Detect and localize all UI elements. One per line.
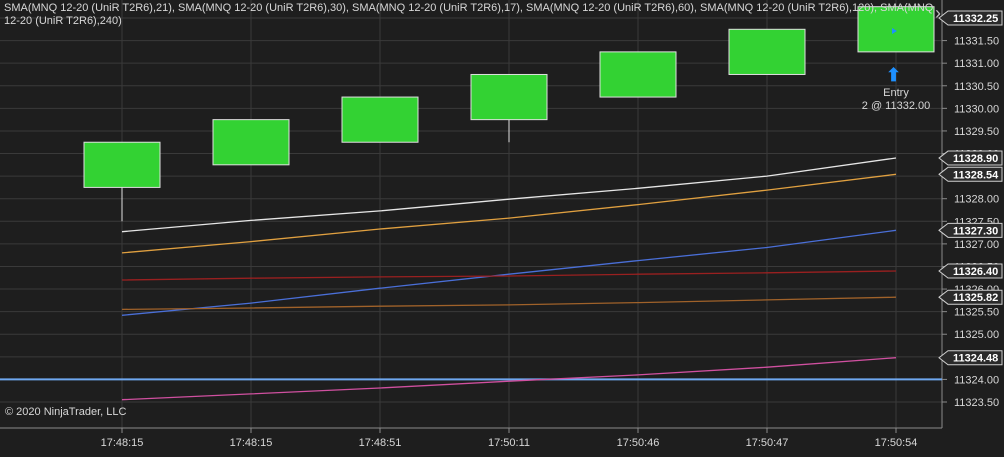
y-tick-label: 11331.00 [954, 58, 999, 70]
x-tick-label: 17:50:46 [617, 437, 660, 449]
y-tick-label: 11325.00 [954, 329, 999, 341]
y-tick-label: 11330.00 [954, 103, 999, 115]
y-axis[interactable]: 11323.5011324.0011324.5011325.0011325.50… [942, 13, 999, 409]
chevron-right-icon[interactable]: › [935, 4, 941, 22]
y-tick-label: 11323.50 [954, 397, 999, 409]
x-tick-label: 17:48:51 [359, 437, 402, 449]
y-tick-label: 11327.00 [954, 239, 999, 251]
y-tick-label: 11328.00 [954, 194, 999, 206]
y-tick-label: 11324.00 [954, 374, 999, 386]
candle-body[interactable] [83, 141, 161, 188]
price-label-text: 11325.82 [953, 292, 998, 304]
price-label[interactable]: 11328.90 [938, 150, 1003, 166]
x-tick-label: 17:48:15 [101, 437, 144, 449]
up-arrow-icon: ⬆ [886, 65, 902, 85]
y-tick-label: 11329.50 [954, 126, 999, 138]
y-tick-label: 11325.50 [954, 307, 999, 319]
entry-detail: 2 @ 11332.00 [861, 100, 931, 112]
price-label[interactable]: 11332.25 [938, 10, 1003, 26]
price-label-text: 11324.48 [953, 353, 998, 365]
entry-marker-label[interactable]: Entry 2 @ 11332.00 [858, 87, 934, 113]
price-label[interactable]: 11326.40 [938, 263, 1003, 279]
candle-body[interactable] [728, 28, 806, 75]
price-label[interactable]: 11327.30 [938, 222, 1003, 238]
x-tick-label: 17:50:47 [746, 437, 789, 449]
candle-body[interactable] [470, 73, 548, 121]
price-label-text: 11332.25 [953, 13, 998, 25]
x-tick-label: 17:48:15 [230, 437, 273, 449]
chart-canvas[interactable]: 11323.5011324.0011324.5011325.0011325.50… [0, 0, 1004, 457]
x-tick-label: 17:50:11 [488, 437, 530, 449]
y-tick-label: 11330.50 [954, 81, 999, 93]
indicator-label[interactable]: SMA(MNQ 12-20 (UniR T2R6),21), SMA(MNQ 1… [4, 2, 939, 28]
candle-body[interactable] [599, 51, 677, 98]
candle-body[interactable] [341, 96, 419, 143]
price-label[interactable]: 11325.82 [938, 289, 1003, 305]
price-label[interactable]: 11324.48 [938, 350, 1003, 366]
price-label[interactable]: 11328.54 [938, 166, 1003, 182]
candle-body[interactable] [212, 119, 290, 166]
x-axis[interactable]: 17:48:15 17:48:15 17:48:51 17:50:11 17:50:46… [101, 428, 918, 449]
entry-title: Entry [883, 87, 909, 99]
y-tick-label: 11331.50 [954, 36, 999, 48]
price-label-text: 11326.40 [953, 266, 998, 278]
x-tick-label: 17:50:54 [875, 437, 918, 449]
price-label-text: 11328.54 [953, 169, 999, 181]
price-label-text: 11327.30 [953, 225, 998, 237]
copyright-text: © 2020 NinjaTrader, LLC [5, 406, 127, 418]
price-label-text: 11328.90 [953, 153, 998, 165]
